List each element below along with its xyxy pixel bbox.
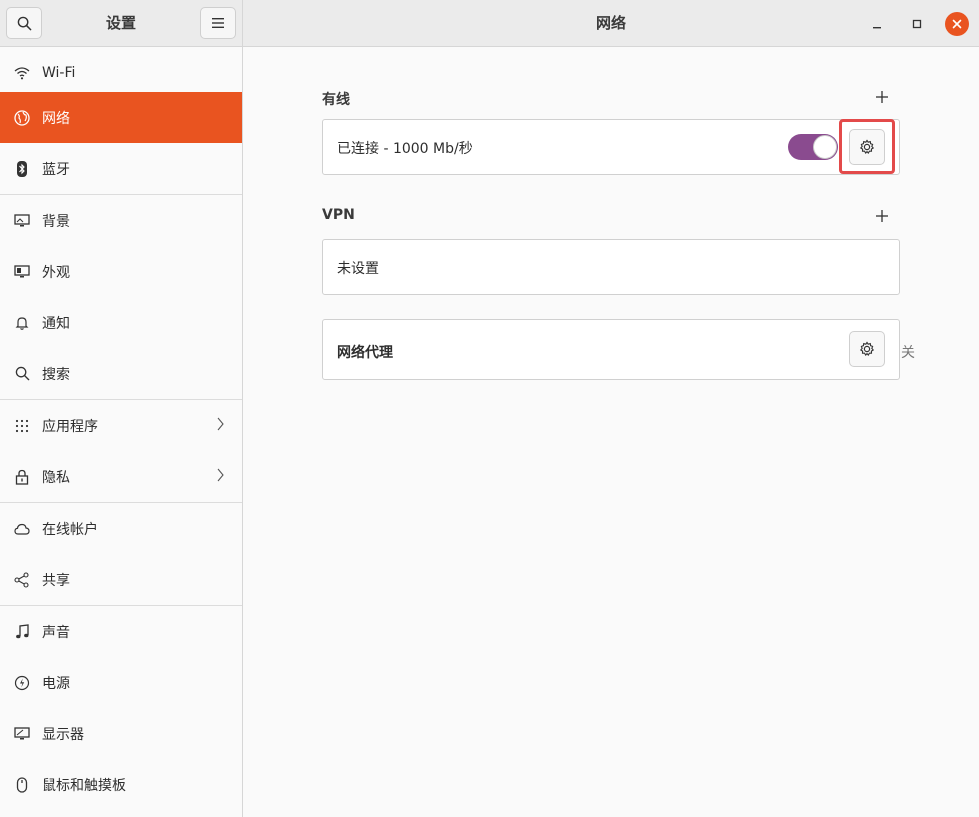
sidebar-header: 设置 xyxy=(0,0,243,47)
sidebar-item-label: 隐私 xyxy=(42,469,70,486)
music-note-icon xyxy=(14,623,30,640)
close-icon xyxy=(952,19,962,29)
sidebar-item-wifi[interactable]: Wi-Fi xyxy=(0,47,242,98)
sidebar-item-appearance[interactable]: 外观 xyxy=(0,246,242,297)
sidebar-item-bluetooth[interactable]: 蓝牙 xyxy=(0,143,242,194)
hamburger-menu-icon xyxy=(212,18,224,28)
sidebar-item-label: Wi-Fi xyxy=(42,64,76,81)
chevron-right-icon xyxy=(217,468,224,486)
sidebar-item-label: 声音 xyxy=(42,624,70,641)
maximize-icon xyxy=(912,19,922,29)
search-icon xyxy=(14,366,30,382)
search-button[interactable] xyxy=(6,7,42,39)
gear-icon xyxy=(859,341,875,357)
main-panel: 有线 已连接 - 1000 Mb/秒 VPN 未设置 网络代理 关 xyxy=(243,47,979,817)
header-bar: 设置 网络 xyxy=(0,0,979,47)
sidebar-item-label: 通知 xyxy=(42,315,70,332)
display-icon xyxy=(14,726,30,742)
plus-icon xyxy=(876,210,888,222)
wired-settings-highlight xyxy=(839,119,895,174)
sidebar-item-notifications[interactable]: 通知 xyxy=(0,297,242,348)
share-icon xyxy=(14,571,30,588)
sidebar-item-label: 电源 xyxy=(42,675,70,692)
sidebar-item-label: 外观 xyxy=(42,264,70,281)
wired-connection-card: 已连接 - 1000 Mb/秒 xyxy=(322,119,900,175)
sidebar-item-label: 网络 xyxy=(42,110,70,127)
sidebar-item-displays[interactable]: 显示器 xyxy=(0,708,242,759)
sidebar-item-label: 共享 xyxy=(42,572,70,589)
lock-icon xyxy=(14,469,30,485)
sidebar-item-online-accounts[interactable]: 在线帐户 xyxy=(0,503,242,554)
bluetooth-icon xyxy=(14,160,30,177)
network-globe-icon xyxy=(14,109,30,126)
network-proxy-state: 关 xyxy=(901,345,915,361)
sidebar-item-privacy[interactable]: 隐私 xyxy=(0,451,242,502)
sidebar-item-search[interactable]: 搜索 xyxy=(0,348,242,399)
sidebar-item-sound[interactable]: 声音 xyxy=(0,606,242,657)
sidebar-item-label: 显示器 xyxy=(42,726,84,743)
network-proxy-card[interactable]: 网络代理 关 xyxy=(322,319,915,380)
wired-status: 已连接 - 1000 Mb/秒 xyxy=(337,141,473,157)
sidebar-item-mouse-touchpad[interactable]: 鼠标和触摸板 xyxy=(0,759,242,810)
sidebar-item-label: 应用程序 xyxy=(42,418,98,435)
sidebar-item-sharing[interactable]: 共享 xyxy=(0,554,242,605)
sidebar-item-label: 搜索 xyxy=(42,366,70,383)
add-vpn-button[interactable] xyxy=(872,206,892,226)
wifi-icon xyxy=(14,65,30,81)
menu-button[interactable] xyxy=(200,7,236,39)
sidebar-item-applications[interactable]: 应用程序 xyxy=(0,400,242,451)
background-icon xyxy=(14,213,30,229)
cloud-icon xyxy=(14,521,30,537)
wired-toggle[interactable] xyxy=(788,134,838,160)
vpn-card: 未设置 xyxy=(322,239,900,295)
vpn-section-title: VPN xyxy=(322,207,355,223)
sidebar-item-label: 蓝牙 xyxy=(42,161,70,178)
sidebar-item-network[interactable]: 网络 xyxy=(0,92,242,143)
maximize-button[interactable] xyxy=(905,12,929,36)
minimize-button[interactable] xyxy=(865,12,889,36)
plus-icon xyxy=(876,91,888,103)
toggle-knob xyxy=(813,135,837,159)
sidebar-item-background[interactable]: 背景 xyxy=(0,195,242,246)
network-proxy-label: 网络代理 xyxy=(337,345,393,361)
close-button[interactable] xyxy=(945,12,969,36)
sidebar-item-label: 背景 xyxy=(42,213,70,230)
minimize-icon xyxy=(873,27,881,29)
mouse-icon xyxy=(14,776,30,793)
apps-grid-icon xyxy=(14,418,30,434)
power-icon xyxy=(14,675,30,691)
search-icon xyxy=(17,16,31,30)
bell-icon xyxy=(14,315,30,331)
sidebar: Wi-Fi 网络 蓝牙 背景 外观 通知 搜索 应用程序 隐私 在线帐户 共享 … xyxy=(0,47,243,817)
network-proxy-settings-button[interactable] xyxy=(849,331,885,367)
vpn-status: 未设置 xyxy=(337,261,379,277)
chevron-right-icon xyxy=(217,417,224,435)
sidebar-item-label: 在线帐户 xyxy=(42,521,98,538)
add-wired-button[interactable] xyxy=(872,87,892,107)
appearance-icon xyxy=(14,264,30,280)
sidebar-item-label: 鼠标和触摸板 xyxy=(42,777,126,794)
sidebar-title: 设置 xyxy=(105,14,136,32)
wired-section-title: 有线 xyxy=(322,92,350,108)
sidebar-item-power[interactable]: 电源 xyxy=(0,657,242,708)
